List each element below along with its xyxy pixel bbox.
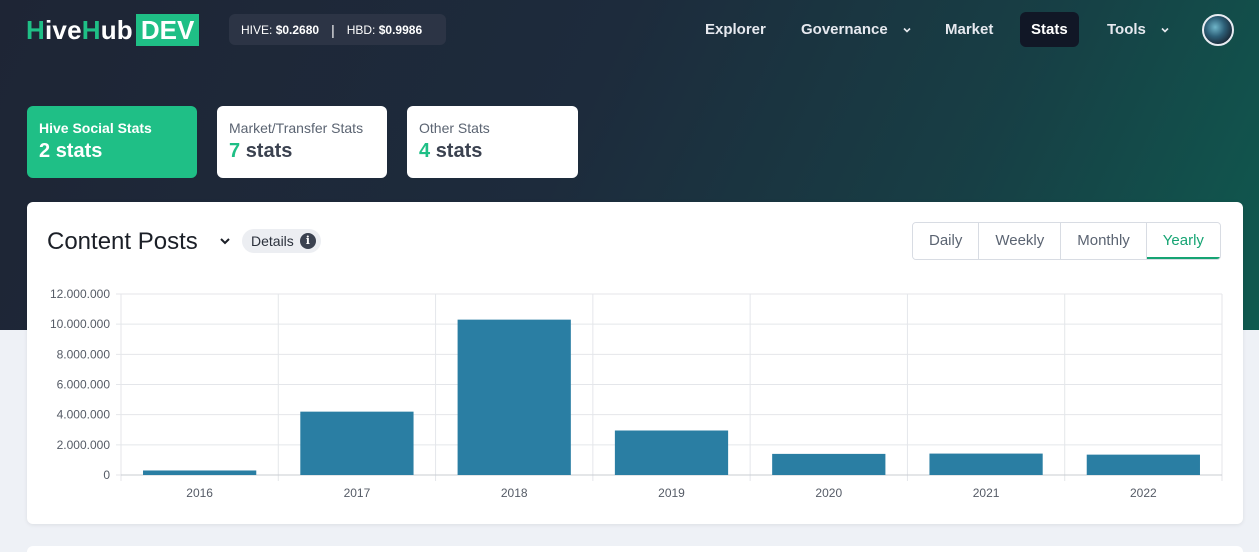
nav-explorer[interactable]: Explorer [705,12,766,47]
nav-governance[interactable]: Governance [801,12,912,47]
x-tick-label: 2017 [344,486,371,500]
bar [457,319,571,475]
next-panel-edge [27,546,1243,552]
x-tick-label: 2022 [1130,486,1157,500]
logo-letter-h2: H [81,14,101,45]
hive-price-label: HIVE: [241,22,273,37]
price-ticker: HIVE: $0.2680 | HBD: $0.9986 [229,14,446,45]
chevron-down-icon [1161,27,1169,33]
content-posts-bar-chart: 0 2.000.000 4.000.000 6.000.000 8.000.000 10.… [50,287,1223,500]
logo-text-ub: ub [100,14,133,45]
stat-tab-count: 2 stats [39,140,103,162]
chevron-down-icon [903,27,911,33]
logo-dev-badge: DEV [135,14,200,46]
y-tick-label: 2.000.000 [57,438,111,452]
hbd-price-value: $0.9986 [378,22,423,37]
x-tick-label: 2018 [501,486,528,500]
bar [929,453,1043,475]
logo-letter-h: H [26,14,45,45]
nav-governance-label: Governance [801,21,888,38]
hive-price-value: $0.2680 [275,22,320,37]
stat-tab-count: 4 stats [419,140,483,162]
user-avatar[interactable] [1202,14,1234,46]
nav-stats[interactable]: Stats [1020,12,1079,47]
y-tick-label: 8.000.000 [57,347,111,361]
nav-tools[interactable]: Tools [1107,12,1170,47]
bar [143,470,257,475]
y-tick-label: 10.000.000 [50,317,110,331]
x-tick-label: 2020 [815,486,842,500]
nav-market[interactable]: Market [945,12,993,47]
stat-tab-label: Other Stats [419,120,490,136]
stat-tab-hive-social[interactable]: Hive Social Stats 2 stats [27,106,197,178]
price-separator: | [331,21,335,38]
y-tick-label: 12.000.000 [50,287,110,301]
bar [300,411,414,475]
x-tick-label: 2016 [186,486,213,500]
stat-tab-label: Market/Transfer Stats [229,120,364,136]
stat-tab-label: Hive Social Stats [39,120,152,136]
nav-tools-label: Tools [1107,21,1146,38]
x-tick-label: 2021 [973,486,1000,500]
logo-text-ive: ive [44,14,82,45]
y-tick-label: 4.000.000 [57,408,111,422]
y-tick-label: 0 [103,468,110,482]
y-tick-label: 6.000.000 [57,378,111,392]
bar [1086,454,1200,475]
bar [772,453,886,475]
hbd-price-label: HBD: [346,22,376,37]
stat-tab-market-transfer[interactable]: Market/Transfer Stats 7 stats [217,106,387,178]
bar [614,430,729,475]
x-tick-label: 2019 [658,486,685,500]
chart-panel: Content Posts Details i Daily Weekly Mon… [27,202,1243,524]
stat-tab-other[interactable]: Other Stats 4 stats [407,106,578,178]
stat-tab-count: 7 stats [229,140,293,162]
hivehub-logo[interactable]: HiveHub DEV [26,14,200,46]
